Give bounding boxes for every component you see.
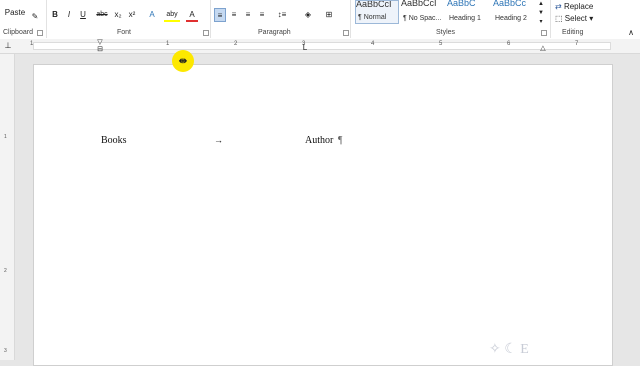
separator	[210, 0, 211, 38]
styles-group-label: Styles	[436, 29, 456, 36]
style-sample: AaBbCcI	[401, 0, 437, 8]
ruler-number: 4	[371, 41, 375, 47]
style-no-spacing[interactable]: AaBbCcI ¶ No Spac...	[401, 0, 445, 24]
styles-launcher-icon[interactable]	[541, 30, 547, 36]
align-left-button[interactable]: ≡	[214, 8, 226, 22]
vruler-number: 1	[4, 134, 7, 140]
clipboard-group-label: Clipboard	[3, 29, 33, 36]
highlight-button[interactable]: aby	[164, 8, 180, 22]
vruler-number: 3	[4, 348, 7, 354]
right-indent-marker-icon[interactable]: △	[539, 42, 547, 56]
subscript-button[interactable]: x₂	[112, 8, 124, 22]
tab-stop-marker-icon[interactable]: L	[301, 41, 309, 55]
separator	[550, 0, 551, 38]
style-name: Heading 1	[449, 15, 481, 22]
move-indent-cursor-icon: ⇹	[178, 56, 188, 67]
collapse-ribbon-icon[interactable]: ∧	[626, 26, 636, 40]
ribbon: Paste ✎ Clipboard B I U abc x₂ x² A aby …	[0, 0, 640, 40]
tab-selector-icon[interactable]: ⊥	[3, 39, 13, 53]
separator	[350, 0, 351, 38]
font-color-button[interactable]: A	[186, 8, 198, 22]
clipboard-launcher-icon[interactable]	[37, 30, 43, 36]
ruler-number: 6	[507, 41, 511, 47]
style-sample: AaBbC	[447, 0, 476, 8]
styles-more-icon[interactable]: ▾	[537, 18, 545, 26]
styles-scroll-up-icon[interactable]: ▲	[537, 0, 545, 8]
vruler-number: 2	[4, 268, 7, 274]
style-sample: AaBbCcI	[356, 1, 392, 9]
style-name: ¶ Normal	[358, 14, 387, 21]
text-books: Books	[101, 135, 127, 146]
borders-button[interactable]: ⊞	[322, 8, 336, 22]
paste-button[interactable]: Paste	[4, 6, 26, 20]
format-painter-icon[interactable]: ✎	[30, 10, 40, 24]
italic-button[interactable]: I	[64, 8, 74, 22]
document-page[interactable]: Books → Author ¶ ✧ ☾ E	[33, 64, 613, 366]
select-button[interactable]: ⬚ Select ▾	[555, 12, 597, 26]
editing-group-label: Editing	[562, 29, 584, 36]
ruler-track	[33, 42, 611, 50]
justify-button[interactable]: ≡	[256, 8, 268, 22]
text-author: Author	[305, 135, 334, 146]
paragraph-group-label: Paragraph	[258, 29, 291, 36]
align-right-button[interactable]: ≡	[242, 8, 254, 22]
strikethrough-button[interactable]: abc	[94, 8, 110, 22]
watermark-logo: ✧ ☾ E	[489, 342, 529, 357]
paragraph-mark: ¶	[338, 135, 343, 146]
style-name: Heading 2	[495, 15, 527, 22]
ruler-number: 1	[166, 41, 170, 47]
horizontal-ruler[interactable]: ⊥ 1 1 2 3 4 5 6 7 ▽ ⊟ L △	[0, 39, 640, 54]
font-launcher-icon[interactable]	[203, 30, 209, 36]
style-heading-1[interactable]: AaBbC Heading 1	[447, 0, 491, 24]
text-effects-button[interactable]: A	[146, 8, 158, 22]
tab-arrow-mark: →	[214, 135, 223, 145]
replace-icon: ⇄	[555, 2, 562, 11]
paragraph-launcher-icon[interactable]	[343, 30, 349, 36]
ruler-number: 7	[575, 41, 579, 47]
select-icon: ⬚	[555, 14, 563, 23]
indent-marker-icon[interactable]: ▽ ⊟	[96, 39, 104, 53]
ruler-number: 5	[439, 41, 443, 47]
styles-scroll-down-icon[interactable]: ▼	[537, 9, 545, 17]
select-label: Select ▾	[564, 14, 594, 23]
font-group-label: Font	[117, 29, 132, 36]
replace-label: Replace	[563, 2, 594, 11]
line-spacing-button[interactable]: ↕≡	[274, 8, 290, 22]
style-heading-2[interactable]: AaBbCc Heading 2	[493, 0, 537, 24]
style-normal[interactable]: AaBbCcI ¶ Normal	[355, 0, 399, 24]
shading-button[interactable]: ◈	[300, 8, 316, 22]
ruler-number: 2	[234, 41, 238, 47]
ruler-number: 1	[30, 41, 34, 47]
superscript-button[interactable]: x²	[126, 8, 138, 22]
vertical-ruler[interactable]: 1 2 3	[0, 54, 15, 360]
underline-button[interactable]: U	[78, 8, 88, 22]
bold-button[interactable]: B	[50, 8, 60, 22]
separator	[46, 0, 47, 38]
align-center-button[interactable]: ≡	[228, 8, 240, 22]
style-sample: AaBbCc	[493, 0, 527, 8]
style-name: ¶ No Spac...	[403, 15, 442, 22]
